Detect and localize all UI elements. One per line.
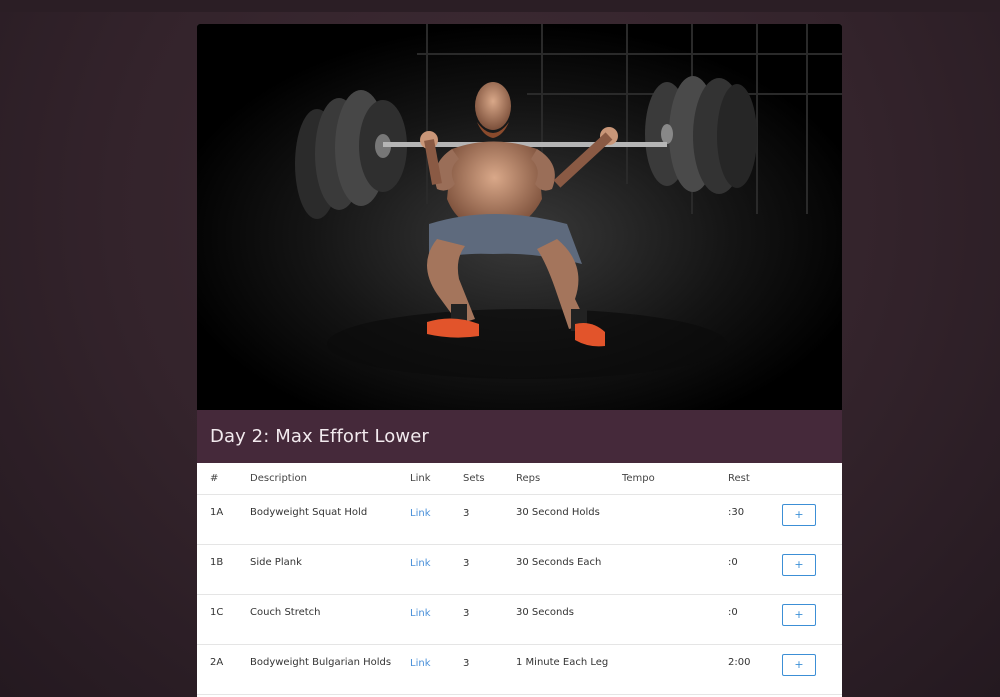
row-rest: :0: [728, 606, 738, 618]
workout-title: Day 2: Max Effort Lower: [210, 426, 429, 447]
header-actions: [782, 463, 842, 494]
row-reps: 30 Second Holds: [516, 506, 600, 518]
row-rest: :30: [728, 506, 745, 518]
header-description: Description: [250, 472, 307, 484]
row-reps: 1 Minute Each Leg: [516, 656, 609, 668]
header-reps: Reps: [516, 472, 541, 484]
row-tempo: [622, 494, 728, 544]
row-tempo: [622, 544, 728, 594]
header-sets: Sets: [463, 472, 485, 484]
hero-photo-weightlifter: [197, 24, 842, 410]
row-description: Bodyweight Bulgarian Holds: [250, 656, 392, 668]
table-row: 1A Bodyweight Squat Hold Link 3 30 Secon…: [197, 494, 842, 544]
table-row: 2A Bodyweight Bulgarian Holds Link 3 1 M…: [197, 644, 842, 694]
top-bar: [0, 0, 1000, 12]
weightlifter-illustration: [197, 24, 842, 410]
row-tempo: [622, 644, 728, 694]
row-rest: 2:00: [728, 656, 751, 668]
row-tempo: [622, 594, 728, 644]
header-rest: Rest: [728, 472, 750, 484]
workout-title-bar: Day 2: Max Effort Lower: [197, 410, 842, 463]
row-reps: 30 Seconds Each: [516, 556, 602, 568]
row-num: 1A: [210, 506, 224, 518]
add-exercise-button[interactable]: +: [782, 503, 816, 526]
row-num: 1C: [210, 606, 224, 618]
table-row: 1C Couch Stretch Link 3 30 Seconds :0 +: [197, 594, 842, 644]
row-description: Bodyweight Squat Hold: [250, 506, 368, 518]
row-sets: 3: [463, 657, 470, 669]
table-header-row: # Description Link Sets Reps Tempo Rest: [197, 463, 842, 494]
table-row: 1B Side Plank Link 3 30 Seconds Each :0 …: [197, 544, 842, 594]
add-exercise-button[interactable]: +: [782, 553, 816, 576]
row-rest: :0: [728, 556, 738, 568]
row-description: Side Plank: [250, 556, 302, 568]
row-sets: 3: [463, 607, 470, 619]
header-num: #: [210, 472, 219, 484]
add-exercise-button[interactable]: +: [782, 603, 816, 626]
row-sets: 3: [463, 557, 470, 569]
row-description: Couch Stretch: [250, 606, 321, 618]
row-sets: 3: [463, 507, 470, 519]
header-link: Link: [410, 472, 431, 484]
exercise-link[interactable]: Link: [410, 608, 430, 619]
exercise-link[interactable]: Link: [410, 508, 430, 519]
exercise-link[interactable]: Link: [410, 658, 430, 669]
row-reps: 30 Seconds: [516, 606, 574, 618]
row-num: 2A: [210, 656, 224, 668]
workout-card: Day 2: Max Effort Lower # Description Li…: [197, 24, 842, 697]
header-tempo: Tempo: [622, 472, 655, 484]
row-num: 1B: [210, 556, 224, 568]
add-exercise-button[interactable]: +: [782, 653, 816, 676]
exercise-table: # Description Link Sets Reps Tempo Rest …: [197, 463, 842, 695]
exercise-link[interactable]: Link: [410, 558, 430, 569]
